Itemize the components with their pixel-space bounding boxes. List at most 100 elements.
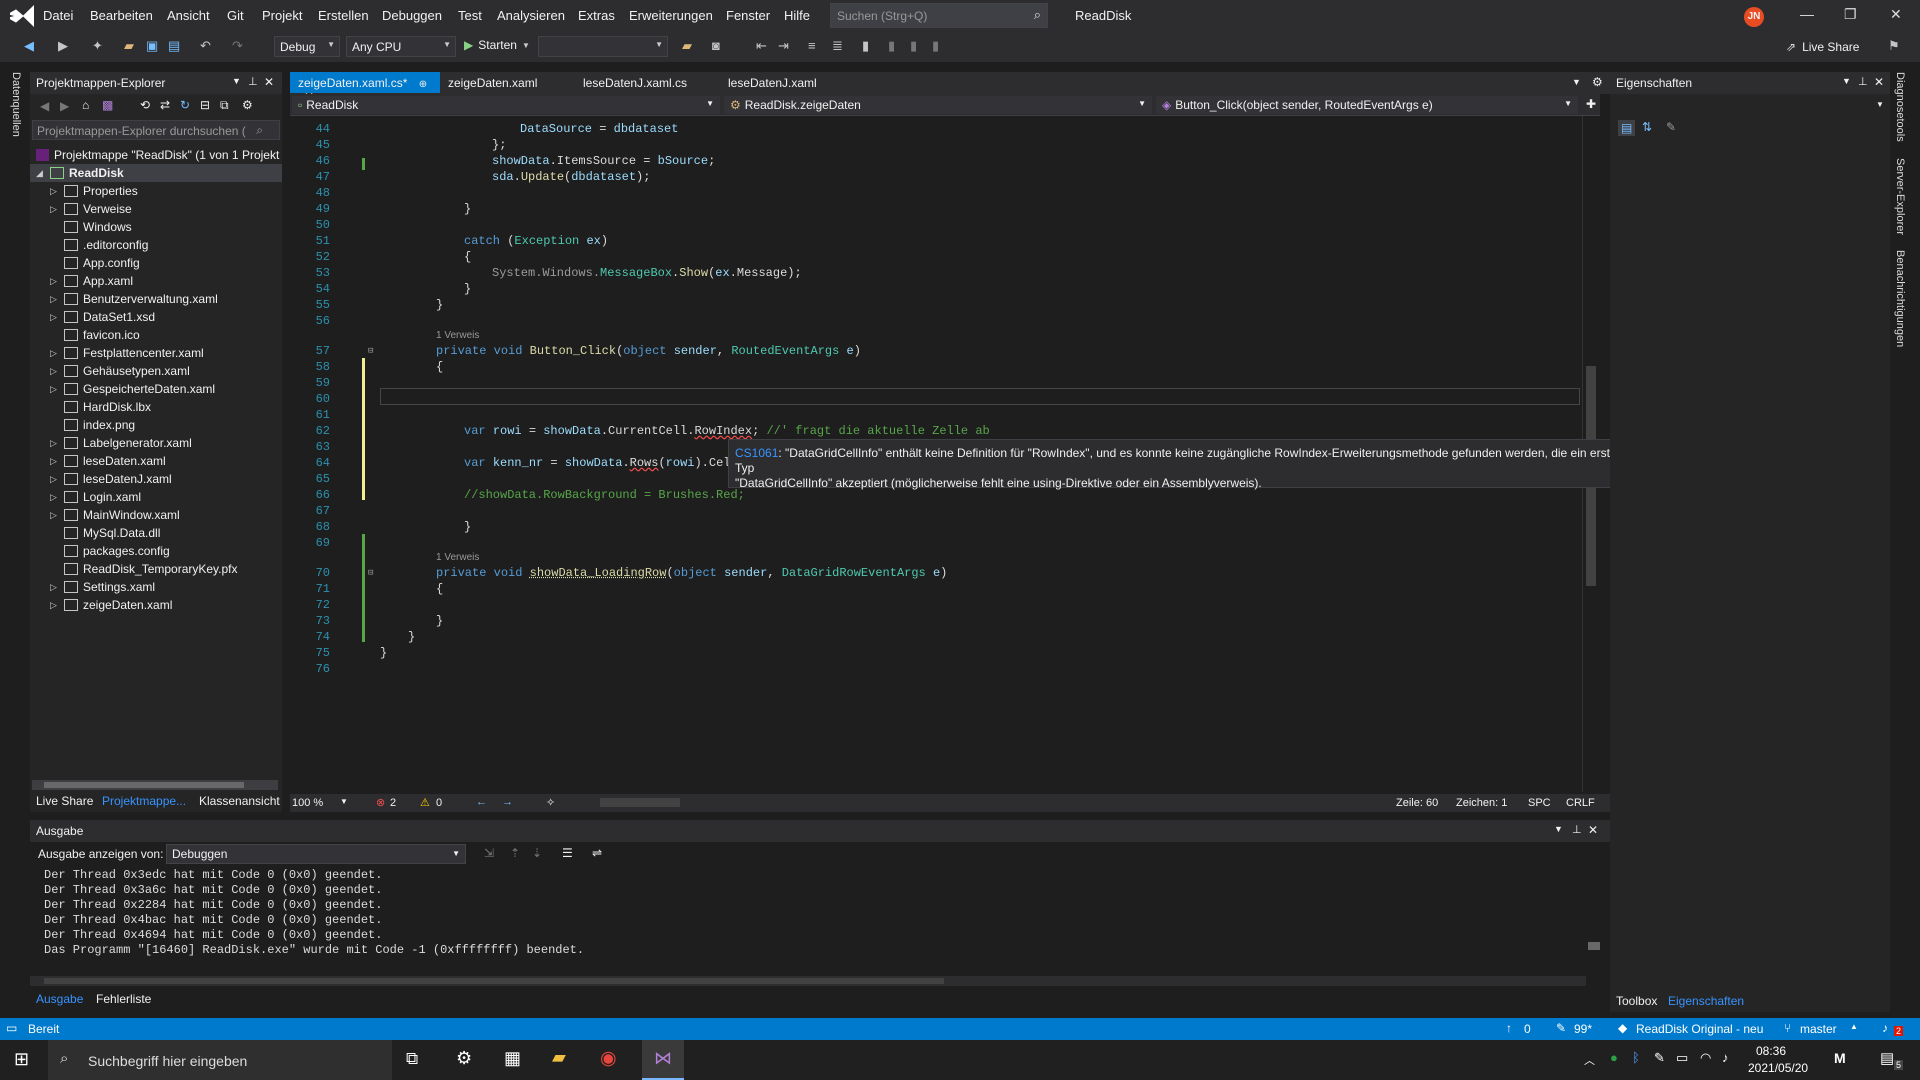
taskbar-search[interactable]: ⌕ Suchbegriff hier eingeben [48, 1040, 392, 1080]
menu-fenster[interactable]: Fenster [726, 8, 770, 23]
prev-bookmark-icon[interactable]: ▮ [888, 38, 895, 54]
collapse-icon[interactable]: ⊟ [368, 568, 373, 578]
tree-item[interactable]: ▷ Festplattencenter.xaml [50, 344, 204, 362]
tab-error-list[interactable]: Fehlerliste [96, 992, 151, 1006]
action-center-icon[interactable]: ▤ [1880, 1049, 1894, 1067]
next-issue-icon[interactable]: → [502, 796, 513, 808]
horizontal-scrollbar[interactable] [30, 976, 1586, 986]
avatar[interactable]: JN [1744, 7, 1764, 27]
tree-item[interactable]: ▷ leseDatenJ.xaml [50, 470, 172, 488]
tree-item[interactable]: ▷ Properties [50, 182, 138, 200]
store-icon[interactable]: ▦ [504, 1048, 521, 1069]
taskbar-time[interactable]: 08:36 [1756, 1044, 1786, 1058]
tab-list-chevron-icon[interactable]: ▼ [1572, 77, 1581, 87]
properties-icon[interactable]: ⚙ [242, 98, 253, 112]
visual-studio-logo-icon[interactable] [10, 5, 34, 27]
tree-item[interactable]: ▷ Labelgenerator.xaml [50, 434, 192, 452]
comment-icon[interactable]: ≡ [808, 38, 816, 53]
push-count[interactable]: 0 [1524, 1022, 1531, 1036]
redo-icon[interactable]: ↷ [232, 38, 243, 54]
expand-arrow-icon[interactable]: ▷ [50, 600, 64, 611]
line-ending-indicator[interactable]: CRLF [1566, 797, 1595, 809]
gear-icon[interactable]: ⚙ [1592, 75, 1603, 89]
chevron-down-icon[interactable]: ▼ [340, 797, 348, 806]
pin-icon[interactable]: ⊥ [248, 75, 258, 88]
changes-count[interactable]: 99* [1574, 1022, 1592, 1036]
chevron-up-icon[interactable]: ▲ [1850, 1022, 1858, 1031]
tree-item[interactable]: ReadDisk_TemporaryKey.pfx [50, 560, 238, 578]
restore-icon[interactable]: ❐ [1844, 6, 1857, 23]
tree-item[interactable]: MySql.Data.dll [50, 524, 160, 542]
volume-icon[interactable]: ♪ [1722, 1050, 1729, 1065]
open-folder-icon[interactable]: ▰ [124, 38, 134, 54]
tray-chevron-icon[interactable]: ︿ [1584, 1052, 1595, 1068]
uncomment-icon[interactable]: ≣ [832, 38, 843, 54]
expand-arrow-icon[interactable]: ▷ [50, 474, 64, 485]
diagnostic-tools-tab[interactable]: Diagnosetools [1894, 72, 1906, 142]
forward-icon[interactable]: ▶ [58, 38, 68, 54]
start-button[interactable]: ▶ Starten ▼ [464, 38, 530, 52]
menu-datei[interactable]: Datei [43, 8, 73, 23]
menu-git[interactable]: Git [227, 8, 244, 23]
menu-erweiterungen[interactable]: Erweiterungen [629, 8, 713, 23]
undo-icon[interactable]: ↶ [200, 38, 211, 54]
categorized-icon[interactable]: ▤ [1618, 120, 1636, 136]
pin-icon[interactable]: ⊥ [1572, 823, 1582, 836]
indent-icon[interactable]: ⇤ [756, 38, 767, 54]
folder-icon[interactable]: ▰ [682, 38, 692, 54]
menu-debuggen[interactable]: Debuggen [382, 8, 442, 23]
tree-item[interactable]: App.config [50, 254, 140, 272]
chevron-down-icon[interactable]: ▼ [1876, 100, 1884, 109]
menu-test[interactable]: Test [458, 8, 482, 23]
menu-bearbeiten[interactable]: Bearbeiten [90, 8, 153, 23]
code-cleanup-icon[interactable]: ✧ [546, 796, 555, 809]
codelens-references[interactable]: 1 Verweis [436, 330, 479, 341]
windows-start-icon[interactable]: ⊞ [14, 1049, 29, 1070]
expand-arrow-icon[interactable]: ▷ [50, 366, 64, 377]
word-wrap-icon[interactable]: ⇌ [592, 846, 602, 860]
alphabetical-icon[interactable]: ⇅ [1642, 120, 1652, 134]
tab-lesedatenj-cs[interactable]: leseDatenJ.xaml.cs [575, 72, 695, 93]
menu-erstellen[interactable]: Erstellen [318, 8, 369, 23]
horizontal-scrollbar-thumb[interactable] [600, 798, 680, 807]
tray-app-icon[interactable]: ● [1610, 1050, 1618, 1065]
notifications-tab[interactable]: Benachrichtigungen [1894, 250, 1906, 347]
tree-item[interactable]: ▷ leseDaten.xaml [50, 452, 166, 470]
tree-item[interactable]: index.png [50, 416, 135, 434]
tab-class-view[interactable]: Klassenansicht [199, 794, 280, 808]
clear-bookmarks-icon[interactable]: ▮ [932, 38, 939, 54]
tree-item[interactable]: ▷ DataSet1.xsd [50, 308, 155, 326]
feedback-icon[interactable]: ⚑ [1888, 38, 1900, 54]
tab-toolbox[interactable]: Toolbox [1616, 994, 1657, 1008]
wifi-icon[interactable]: ◠ [1700, 1050, 1711, 1066]
expand-arrow-icon[interactable]: ▷ [50, 348, 64, 359]
wrench-icon[interactable]: ✎ [1666, 120, 1676, 134]
close-icon[interactable]: ✕ [1588, 823, 1598, 837]
expand-arrow-icon[interactable]: ▷ [50, 456, 64, 467]
menu-extras[interactable]: Extras [578, 8, 615, 23]
bookmark-icon[interactable]: ▮ [862, 38, 869, 54]
battery-icon[interactable]: ▭ [1676, 1050, 1688, 1066]
tree-item[interactable]: ▷ MainWindow.xaml [50, 506, 180, 524]
tree-item[interactable]: ▷ Gehäusetypen.xaml [50, 362, 190, 380]
tree-item[interactable]: .editorconfig [50, 236, 148, 254]
tree-item[interactable]: ▷ GespeicherteDaten.xaml [50, 380, 215, 398]
tree-item[interactable]: HardDisk.lbx [50, 398, 151, 416]
tab-lesedatenj-xaml[interactable]: leseDatenJ.xaml [720, 72, 825, 93]
expand-arrow-icon[interactable]: ▷ [50, 204, 64, 215]
settings-gear-icon[interactable]: ⚙ [456, 1048, 472, 1069]
prev-message-icon[interactable]: ⇡ [510, 846, 520, 860]
bluetooth-icon[interactable]: ᛒ [1632, 1050, 1640, 1065]
data-sources-tab[interactable]: Datenquellen [10, 72, 22, 137]
tab-zeigedaten-xaml[interactable]: zeigeDaten.xaml [440, 72, 545, 93]
menu-ansicht[interactable]: Ansicht [167, 8, 210, 23]
tab-output[interactable]: Ausgabe [36, 992, 83, 1006]
refresh-icon[interactable]: ↻ [180, 98, 190, 112]
vs-switch-icon[interactable]: ▩ [102, 98, 113, 112]
zoom-select[interactable]: 100 % [292, 797, 323, 809]
pin-icon[interactable]: ⊥ [1858, 75, 1868, 88]
task-view-icon[interactable]: ⧉ [406, 1049, 418, 1069]
expand-arrow-icon[interactable]: ▷ [50, 492, 64, 503]
error-code-link[interactable]: CS1061 [735, 446, 778, 460]
screenshot-icon[interactable]: ◙ [712, 38, 720, 53]
